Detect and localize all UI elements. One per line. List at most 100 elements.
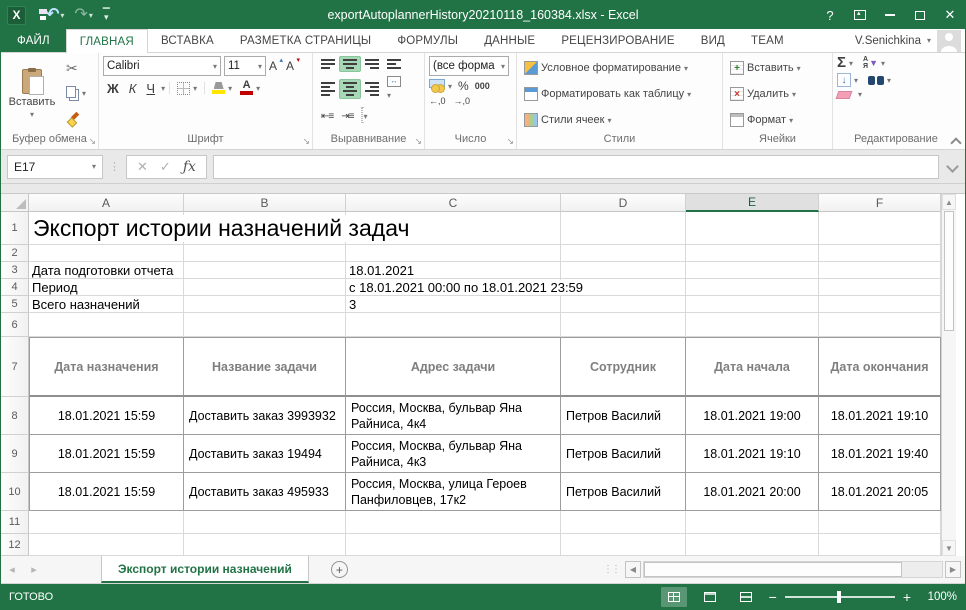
align-middle-button[interactable]	[339, 56, 361, 72]
table-header-A7[interactable]: Дата назначения	[29, 337, 184, 397]
font-color-button[interactable]: А▾	[237, 80, 263, 96]
cell-A9[interactable]: 18.01.2021 15:59	[29, 435, 184, 473]
cell-F9[interactable]: 18.01.2021 19:40	[819, 435, 941, 473]
account-area[interactable]: V.Senichkina ▾	[855, 29, 965, 52]
cell-F1[interactable]	[819, 212, 941, 245]
insert-cells-button[interactable]: +Вставить▾	[727, 56, 828, 80]
sheet-tab-active[interactable]: Экспорт истории назначений	[101, 556, 309, 583]
cell-C2[interactable]	[346, 245, 561, 262]
new-sheet-button[interactable]: +	[331, 561, 348, 578]
sort-filter-button[interactable]: АЯ▼▾	[863, 56, 885, 70]
cell-E12[interactable]	[686, 534, 819, 556]
confirm-entry-button[interactable]: ✓	[160, 159, 171, 175]
align-left-button[interactable]	[317, 79, 339, 99]
cell-A5[interactable]: Всего назначений	[29, 297, 143, 312]
percent-style-button[interactable]: %	[458, 79, 469, 93]
comma-style-button[interactable]: 000	[475, 81, 490, 91]
zoom-level[interactable]: 100%	[921, 591, 957, 603]
insert-function-button[interactable]: ƒx	[183, 159, 196, 175]
tab-file[interactable]: ФАЙЛ	[1, 29, 66, 52]
cell-C9[interactable]: Россия, Москва, бульвар Яна Райниса, 4к3	[346, 435, 561, 473]
cell-A10[interactable]: 18.01.2021 15:59	[29, 473, 184, 511]
align-bottom-button[interactable]	[361, 56, 383, 72]
cut-button[interactable]: ✂	[63, 58, 89, 80]
bold-button[interactable]: Ж	[103, 81, 123, 96]
sheet-nav-prev[interactable]: ◂	[1, 556, 23, 583]
normal-view-button[interactable]	[661, 587, 687, 607]
column-header-F[interactable]: F	[819, 194, 941, 212]
decrease-indent-button[interactable]: ⇤≡	[317, 105, 337, 125]
underline-button[interactable]: Ч	[142, 81, 159, 96]
cell-C5[interactable]: 3	[346, 297, 359, 312]
tab-данные[interactable]: ДАННЫЕ	[471, 29, 548, 52]
cell-C4[interactable]: с 18.01.2021 00:00 по 18.01.2021 23:59	[346, 280, 586, 295]
page-break-view-button[interactable]	[733, 587, 759, 607]
row-header-2[interactable]: 2	[1, 245, 29, 262]
cell-B2[interactable]	[184, 245, 346, 262]
alignment-dialog-launcher[interactable]: ↘	[414, 136, 422, 147]
cell-D5[interactable]	[561, 296, 686, 313]
tab-рецензирование[interactable]: РЕЦЕНЗИРОВАНИЕ	[548, 29, 687, 52]
cell-A4[interactable]: Период	[29, 280, 81, 295]
increase-decimal-button[interactable]: ←,0	[429, 96, 446, 106]
cell-A11[interactable]	[29, 511, 184, 534]
cell-E10[interactable]: 18.01.2021 20:00	[686, 473, 819, 511]
cell-C12[interactable]	[346, 534, 561, 556]
close-button[interactable]: ✕	[935, 1, 965, 29]
cell-B4[interactable]	[184, 279, 346, 296]
cell-F8[interactable]: 18.01.2021 19:10	[819, 397, 941, 435]
row-header-5[interactable]: 5	[1, 296, 29, 313]
cancel-entry-button[interactable]: ✕	[137, 159, 148, 175]
cell-B11[interactable]	[184, 511, 346, 534]
row-header-3[interactable]: 3	[1, 262, 29, 279]
column-header-B[interactable]: B	[184, 194, 346, 212]
row-header-1[interactable]: 1	[1, 212, 29, 245]
cell-C11[interactable]	[346, 511, 561, 534]
format-cells-button[interactable]: Формат▾	[727, 108, 828, 132]
align-top-button[interactable]	[317, 56, 339, 72]
cell-F11[interactable]	[819, 511, 941, 534]
align-center-button[interactable]	[339, 79, 361, 99]
delete-cells-button[interactable]: ×Удалить▾	[727, 82, 828, 106]
cell-B6[interactable]	[184, 313, 346, 337]
sheet-nav-next[interactable]: ▸	[23, 556, 45, 583]
table-header-F7[interactable]: Дата окончания	[819, 337, 941, 397]
cell-F3[interactable]	[819, 262, 941, 279]
fill-button[interactable]: ↓▾	[837, 73, 858, 87]
cell-B5[interactable]	[184, 296, 346, 313]
tab-вид[interactable]: ВИД	[688, 29, 738, 52]
cell-E11[interactable]	[686, 511, 819, 534]
cell-F2[interactable]	[819, 245, 941, 262]
row-header-11[interactable]: 11	[1, 511, 29, 534]
cell-C8[interactable]: Россия, Москва, бульвар Яна Райниса, 4к4	[346, 397, 561, 435]
help-button[interactable]: ?	[815, 1, 845, 29]
column-header-A[interactable]: A	[29, 194, 184, 212]
cell-D3[interactable]	[561, 262, 686, 279]
cell-D2[interactable]	[561, 245, 686, 262]
row-header-10[interactable]: 10	[1, 473, 29, 511]
scroll-left-arrow[interactable]: ◀	[625, 561, 641, 578]
zoom-out-button[interactable]: −	[769, 591, 777, 603]
cell-E9[interactable]: 18.01.2021 19:10	[686, 435, 819, 473]
decrease-font-button[interactable]: А	[286, 59, 300, 73]
cell-C10[interactable]: Россия, Москва, улица Героев Панфиловцев…	[346, 473, 561, 511]
decrease-decimal-button[interactable]: →,0	[454, 96, 471, 106]
cell-D1[interactable]	[561, 212, 686, 245]
row-header-4[interactable]: 4	[1, 279, 29, 296]
row-header-12[interactable]: 12	[1, 534, 29, 556]
cell-B8[interactable]: Доставить заказ 3993932	[184, 397, 346, 435]
orientation-button[interactable]: ▾	[357, 105, 371, 125]
cell-E1[interactable]	[686, 212, 819, 245]
cell-A12[interactable]	[29, 534, 184, 556]
table-header-E7[interactable]: Дата начала	[686, 337, 819, 397]
cell-E2[interactable]	[686, 245, 819, 262]
cell-A3[interactable]: Дата подготовки отчета	[29, 263, 176, 278]
cell-styles-button[interactable]: Стили ячеек▾	[521, 108, 718, 132]
name-box-dropdown[interactable]: ▾	[92, 162, 96, 171]
cell-F5[interactable]	[819, 296, 941, 313]
cell-A8[interactable]: 18.01.2021 15:59	[29, 397, 184, 435]
tab-team[interactable]: TEAM	[738, 29, 797, 52]
scroll-right-arrow[interactable]: ▶	[945, 561, 961, 578]
underline-dropdown[interactable]: ▾	[161, 84, 165, 93]
horizontal-scrollbar[interactable]	[643, 561, 943, 578]
